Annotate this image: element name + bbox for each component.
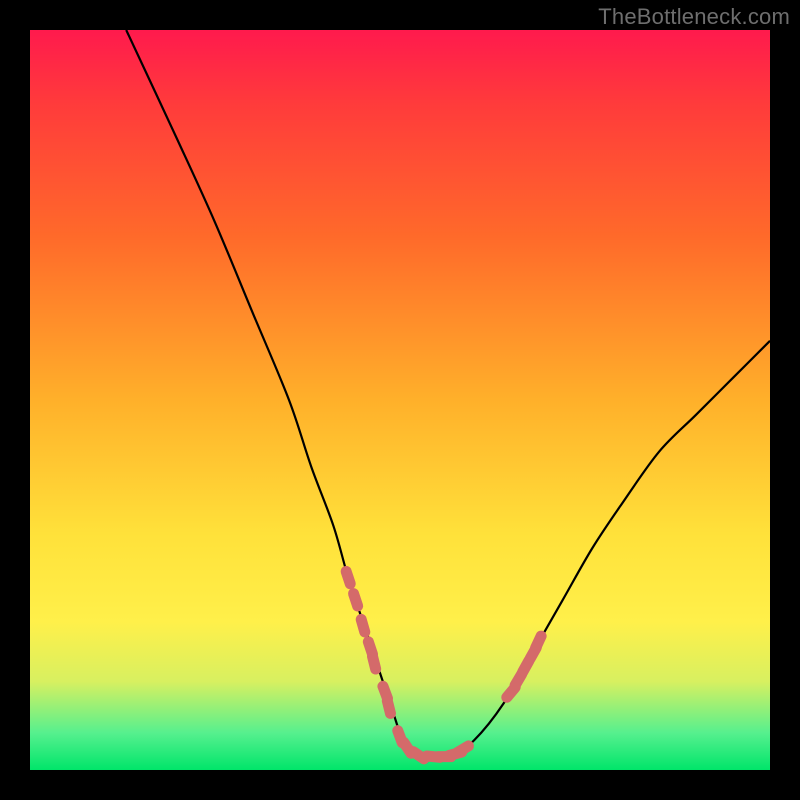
- chart-frame: TheBottleneck.com: [0, 0, 800, 800]
- curve-dot: [346, 571, 350, 583]
- curve-dot: [361, 619, 365, 631]
- curve-dot: [373, 656, 376, 669]
- curve-dot: [457, 746, 468, 753]
- curve-path: [126, 30, 770, 756]
- attribution-text: TheBottleneck.com: [598, 4, 790, 30]
- plot-area: [30, 30, 770, 770]
- curve-dot: [354, 594, 358, 606]
- curve-dot: [387, 701, 390, 714]
- curve-dot: [536, 636, 541, 648]
- bottleneck-curve: [30, 30, 770, 770]
- curve-dots: [346, 571, 541, 758]
